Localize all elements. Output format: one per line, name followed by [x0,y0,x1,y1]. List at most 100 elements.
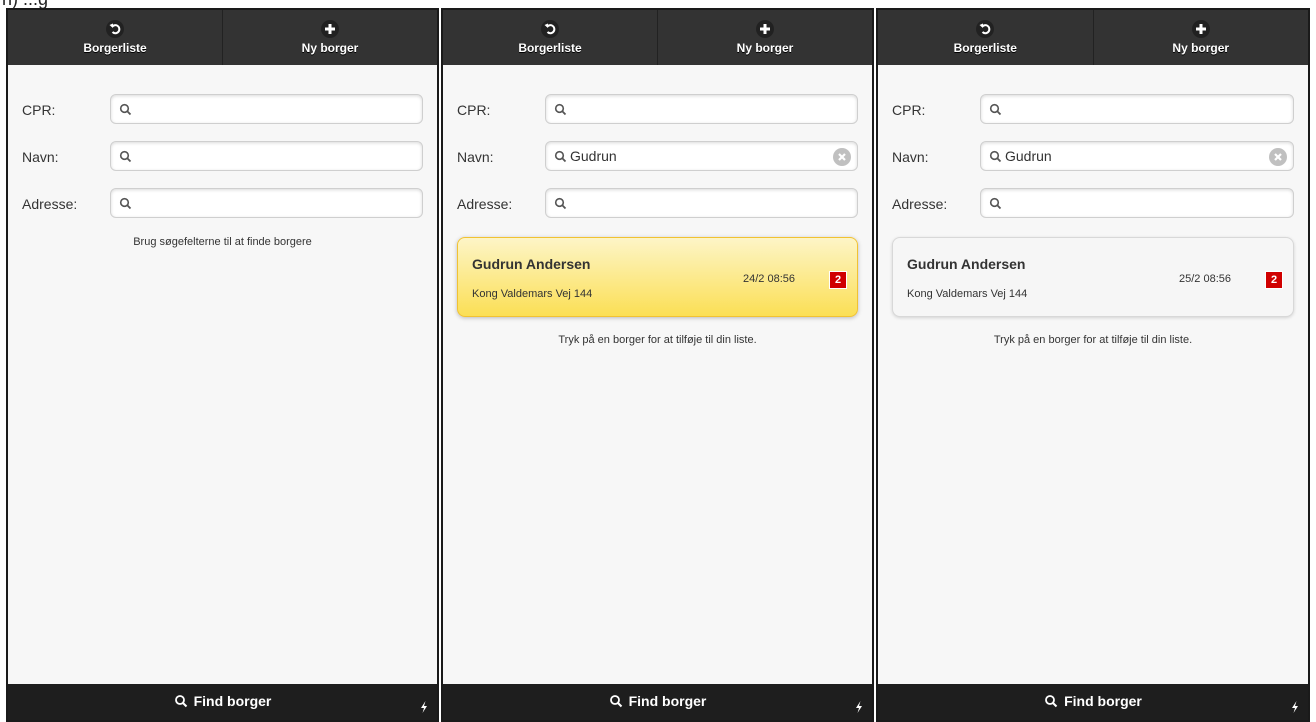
citizen-name: Gudrun Andersen [472,256,591,272]
find-citizen-label-group: Find borger [8,693,437,709]
navn-search-box[interactable] [545,141,858,171]
navbar: Borgerliste Ny borger [878,10,1308,65]
search-icon [554,103,567,116]
navn-row: Navn: [892,141,1294,171]
search-icon [119,197,132,210]
find-citizen-label-group: Find borger [878,693,1308,709]
cpr-row: CPR: [457,94,858,124]
search-icon [989,150,1002,163]
undo-icon [541,20,559,38]
find-citizen-button[interactable]: Find borger [443,684,872,720]
new-button-label: Ny borger [1172,41,1230,55]
adresse-row: Adresse: [457,188,858,218]
adresse-search-box[interactable] [110,188,423,218]
adresse-search-box[interactable] [545,188,858,218]
search-icon [1045,695,1058,708]
navn-row: Navn: [22,141,423,171]
adresse-input[interactable] [1005,192,1263,214]
plus-icon [1191,20,1210,38]
find-citizen-label: Find borger [193,693,272,709]
cpr-input[interactable] [1005,98,1263,120]
adresse-input[interactable] [570,192,827,214]
citizen-name: Gudrun Andersen [907,256,1026,272]
adresse-label: Adresse: [457,196,513,212]
screen-panel-1: Borgerliste Ny borger CPR: Navn: Adresse… [6,8,439,722]
cpr-row: CPR: [892,94,1294,124]
back-to-list-button[interactable]: Borgerliste [878,10,1093,65]
plus-icon [756,20,774,38]
find-citizen-label: Find borger [1064,693,1142,709]
cpr-row: CPR: [22,94,423,124]
back-to-list-button[interactable]: Borgerliste [443,10,657,65]
cpr-label: CPR: [22,102,56,118]
find-citizen-button[interactable]: Find borger [878,684,1308,720]
back-button-label: Borgerliste [83,41,147,55]
citizen-address: Kong Valdemars Vej 144 [907,288,1028,300]
citizen-result-card[interactable]: Gudrun Andersen Kong Valdemars Vej 144 2… [892,237,1294,317]
undo-icon [976,20,995,38]
bolt-icon[interactable] [1288,700,1302,714]
search-icon [609,695,622,708]
search-form: CPR: Navn: Adresse: Gudrun Andersen Kong [443,65,872,684]
cpr-input[interactable] [570,98,827,120]
navn-input[interactable] [570,145,827,167]
search-icon [554,197,567,210]
new-button-label: Ny borger [736,41,794,55]
search-form: CPR: Navn: Adresse: Gudrun Andersen Kong [878,65,1308,684]
new-citizen-button[interactable]: Ny borger [657,10,872,65]
cpr-search-box[interactable] [980,94,1294,124]
search-icon [554,150,567,163]
cpr-input[interactable] [135,98,392,120]
search-form: CPR: Navn: Adresse: Brug søgefelterne ti… [8,65,437,684]
back-button-label: Borgerliste [953,41,1017,55]
adresse-row: Adresse: [892,188,1294,218]
adresse-label: Adresse: [892,196,948,212]
adresse-search-box[interactable] [980,188,1294,218]
add-to-list-hint: Tryk på en borger for at tilføje til din… [558,334,757,346]
clipped-caption: n) ...g [2,0,48,8]
navn-label: Navn: [457,149,494,165]
new-citizen-button[interactable]: Ny borger [1092,10,1309,65]
bolt-icon[interactable] [417,700,431,714]
count-badge: 2 [1265,271,1283,289]
search-icon [989,197,1002,210]
search-icon [119,150,132,163]
screen-panel-3: Borgerliste Ny borger CPR: Navn: Adresse… [876,8,1310,722]
navn-search-box[interactable] [110,141,423,171]
navbar: Borgerliste Ny borger [443,10,872,65]
navn-input[interactable] [1005,145,1263,167]
back-button-label: Borgerliste [518,41,582,55]
cpr-label: CPR: [457,102,491,118]
citizen-result-card[interactable]: Gudrun Andersen Kong Valdemars Vej 144 2… [457,237,858,317]
citizen-timestamp: 24/2 08:56 [743,273,795,285]
back-to-list-button[interactable]: Borgerliste [8,10,222,65]
find-citizen-label: Find borger [628,693,707,709]
citizen-timestamp: 25/2 08:56 [1179,273,1231,285]
new-citizen-button[interactable]: Ny borger [222,10,437,65]
undo-icon [106,20,124,38]
adresse-input[interactable] [135,192,392,214]
navbar: Borgerliste Ny borger [8,10,437,65]
citizen-address: Kong Valdemars Vej 144 [472,288,593,300]
cpr-label: CPR: [892,102,926,118]
navn-label: Navn: [22,149,59,165]
cpr-search-box[interactable] [545,94,858,124]
navn-search-box[interactable] [980,141,1294,171]
clear-icon[interactable] [1269,148,1287,166]
count-badge: 2 [829,271,847,289]
navn-row: Navn: [457,141,858,171]
cpr-search-box[interactable] [110,94,423,124]
bolt-icon[interactable] [852,700,866,714]
new-button-label: Ny borger [301,41,359,55]
search-icon [989,103,1002,116]
screen-panel-2: Borgerliste Ny borger CPR: Navn: Adresse… [441,8,874,722]
find-citizen-button[interactable]: Find borger [8,684,437,720]
adresse-row: Adresse: [22,188,423,218]
add-to-list-hint: Tryk på en borger for at tilføje til din… [993,334,1193,346]
navn-label: Navn: [892,149,929,165]
search-icon [119,103,132,116]
clear-icon[interactable] [833,148,851,166]
search-hint: Brug søgefelterne til at finde borgere [133,236,312,248]
navn-input[interactable] [135,145,392,167]
adresse-label: Adresse: [22,196,78,212]
